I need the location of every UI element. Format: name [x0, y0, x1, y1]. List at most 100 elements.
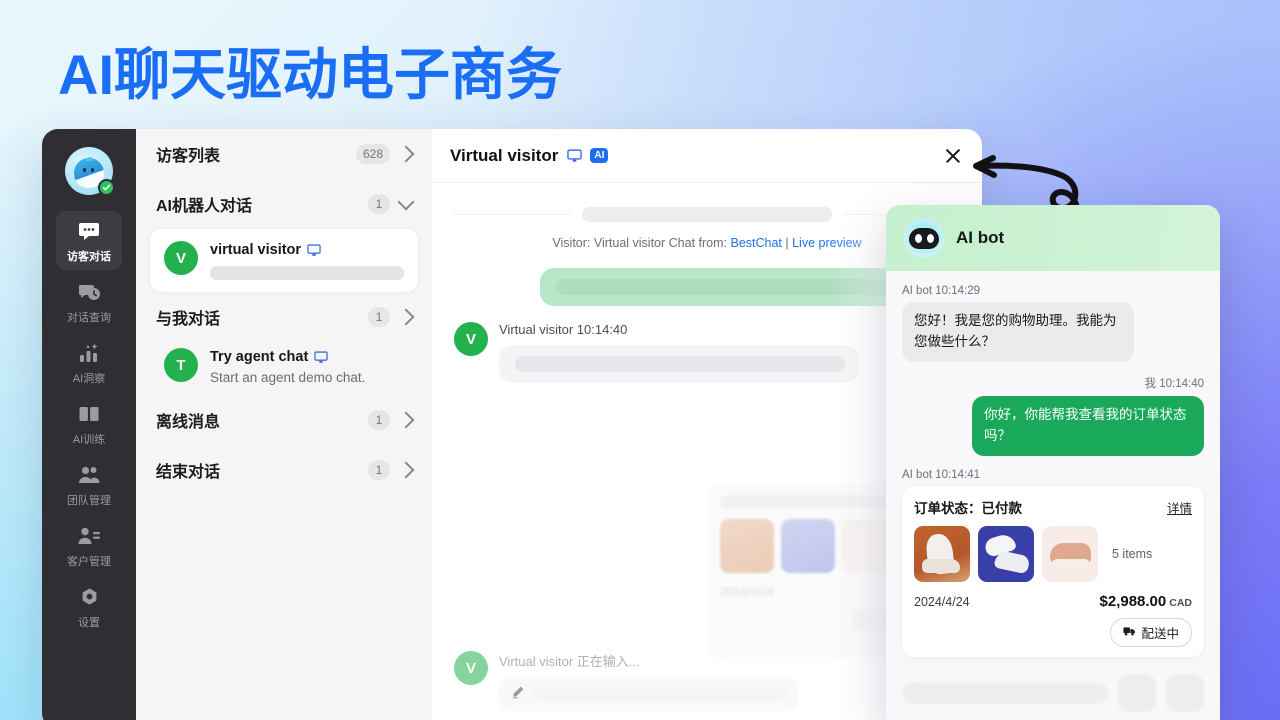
group-ai-bot-chats[interactable]: AI机器人对话 1	[150, 179, 418, 229]
sidebar-item-settings[interactable]: 设置	[56, 577, 122, 636]
sidebar-item-ai-training[interactable]: AI训练	[56, 394, 122, 453]
list-item[interactable]: T Try agent chat Start an agent demo cha…	[150, 342, 418, 395]
group-title: 结束对话	[156, 464, 221, 481]
typing-indicator-row: V Virtual visitor 正在输入...	[454, 651, 799, 711]
chat-history-icon	[76, 280, 102, 304]
group-count-badge: 1	[368, 307, 390, 327]
system-source-separator: |	[781, 236, 793, 250]
online-status-badge	[98, 179, 115, 196]
monitor-icon	[314, 350, 329, 364]
sidebar-item-label: AI训练	[72, 434, 106, 446]
order-price-amount: $2,988.00	[1099, 592, 1167, 610]
message-meta: AI bot 10:14:29	[902, 285, 981, 297]
date-divider	[454, 207, 960, 222]
chevron-right-icon	[397, 308, 415, 326]
divider-line-left	[454, 214, 570, 215]
message-meta: 我 10:14:40	[1144, 377, 1204, 390]
ai-badge: AI	[590, 148, 609, 163]
sidebar-item-label: 访客对话	[67, 251, 111, 263]
group-title: 与我对话	[156, 311, 221, 328]
sidebar-item-team-management[interactable]: 团队管理	[56, 455, 122, 514]
message-input[interactable]	[902, 681, 1108, 704]
message-meta: AI bot 10:14:41	[902, 468, 981, 481]
widget-title: AI bot	[956, 228, 1005, 247]
sidebar-item-label: 设置	[78, 617, 100, 629]
typing-bubble	[499, 677, 799, 711]
chevron-right-icon	[397, 461, 415, 479]
sneaker-orange-thumb[interactable]	[914, 525, 970, 582]
group-title: 离线消息	[156, 414, 221, 431]
avatar[interactable]	[65, 147, 115, 196]
chevron-right-icon	[397, 411, 415, 429]
sidebar-item-visitor-chat[interactable]: 访客对话	[56, 211, 122, 270]
avatar: V	[454, 322, 488, 356]
list-item-name: virtual visitor	[210, 242, 302, 258]
sidebar-item-customer-management[interactable]: 客户管理	[56, 516, 122, 575]
avatar: T	[164, 348, 198, 382]
shipping-status-label: 配送中	[1141, 626, 1179, 641]
avatar: V	[454, 651, 488, 685]
chat-header: Virtual visitor AI	[432, 129, 982, 183]
system-source-line: Visitor: Virtual visitor Chat from: Best…	[454, 236, 960, 250]
page-title: AI聊天驱动电子商务	[58, 43, 562, 106]
chat-title: Virtual visitor	[450, 145, 559, 165]
message-row-incoming: V Virtual visitor 10:14:40	[454, 322, 960, 383]
message-bubble-user: 你好，你能帮我查看我的订单状态吗？	[972, 395, 1204, 456]
group-visitor-list[interactable]: 访客列表 628	[150, 129, 418, 179]
people-group-icon	[76, 463, 102, 487]
close-icon[interactable]	[942, 145, 964, 167]
send-icon[interactable]	[1166, 673, 1204, 712]
sidebar-item-label: 对话查询	[67, 312, 111, 324]
group-ended-chats[interactable]: 结束对话 1	[150, 445, 418, 495]
widget-input-bar[interactable]	[886, 664, 1220, 720]
bird-tuft-icon	[85, 153, 95, 161]
bird-eye-left-icon	[83, 168, 86, 172]
live-preview-link[interactable]: Live preview	[792, 236, 861, 250]
message-row-outgoing	[454, 268, 960, 306]
gear-icon	[76, 585, 102, 609]
pencil-icon	[511, 685, 525, 704]
app-window: 访客对话 对话查询 AI洞察 AI训练 团队管理 客户管理 设置 访客列表 62…	[42, 129, 982, 720]
widget-header: AI bot	[886, 205, 1220, 271]
shipping-status-badge[interactable]: 配送中	[1110, 617, 1192, 647]
monitor-icon	[567, 149, 583, 162]
typing-text-placeholder	[533, 687, 787, 701]
list-item-preview: Start an agent demo chat.	[210, 370, 366, 385]
sneaker-pink-thumb[interactable]	[1042, 525, 1098, 582]
order-date: 2024/4/24	[720, 585, 774, 599]
chevron-right-icon	[397, 145, 415, 163]
order-detail-link[interactable]: 详情	[1167, 498, 1192, 517]
screenshot-stage: AI聊天驱动电子商务 访客对话 对话查询 AI洞察 AI训练 团队管理 客户管理…	[0, 0, 1280, 720]
message-preview-placeholder	[210, 266, 404, 280]
group-offline-messages[interactable]: 离线消息 1	[150, 395, 418, 445]
sidebar-item-chat-history[interactable]: 对话查询	[56, 272, 122, 331]
message-meta: Virtual visitor 10:14:40	[499, 322, 628, 337]
group-title: 访客列表	[156, 148, 221, 165]
sidebar-item-label: 客户管理	[67, 556, 111, 568]
list-item[interactable]: V virtual visitor	[150, 229, 418, 292]
emoji-icon[interactable]	[1118, 673, 1156, 712]
bar-chart-sparkle-icon	[76, 341, 102, 365]
group-my-chats[interactable]: 与我对话 1	[150, 292, 418, 342]
order-price-currency: CAD	[1169, 596, 1192, 609]
message-bubble-placeholder	[499, 345, 859, 383]
truck-icon	[1123, 625, 1136, 640]
group-count-badge: 628	[355, 144, 390, 164]
list-item-name: Try agent chat	[210, 349, 309, 365]
bird-eye-right-icon	[91, 168, 94, 172]
conversation-list-panel: 访客列表 628 AI机器人对话 1 V virtual visitor 与我对…	[136, 129, 432, 720]
order-date: 2024/4/24	[914, 594, 970, 609]
chat-bubble-icon	[76, 219, 102, 243]
bestchat-link[interactable]: BestChat	[730, 236, 781, 250]
divider-label-placeholder	[582, 207, 832, 222]
group-count-badge: 1	[368, 194, 390, 214]
chevron-down-icon	[397, 193, 415, 211]
group-count-badge: 1	[368, 410, 390, 430]
order-items-count: 5 items	[1112, 546, 1153, 561]
open-book-icon	[76, 402, 102, 426]
group-count-badge: 1	[368, 460, 390, 480]
sneaker-blue-thumb[interactable]	[978, 525, 1034, 582]
sidebar-rail: 访客对话 对话查询 AI洞察 AI训练 团队管理 客户管理 设置	[42, 129, 136, 720]
sidebar-item-label: AI洞察	[72, 373, 106, 385]
sidebar-item-ai-insight[interactable]: AI洞察	[56, 333, 122, 392]
